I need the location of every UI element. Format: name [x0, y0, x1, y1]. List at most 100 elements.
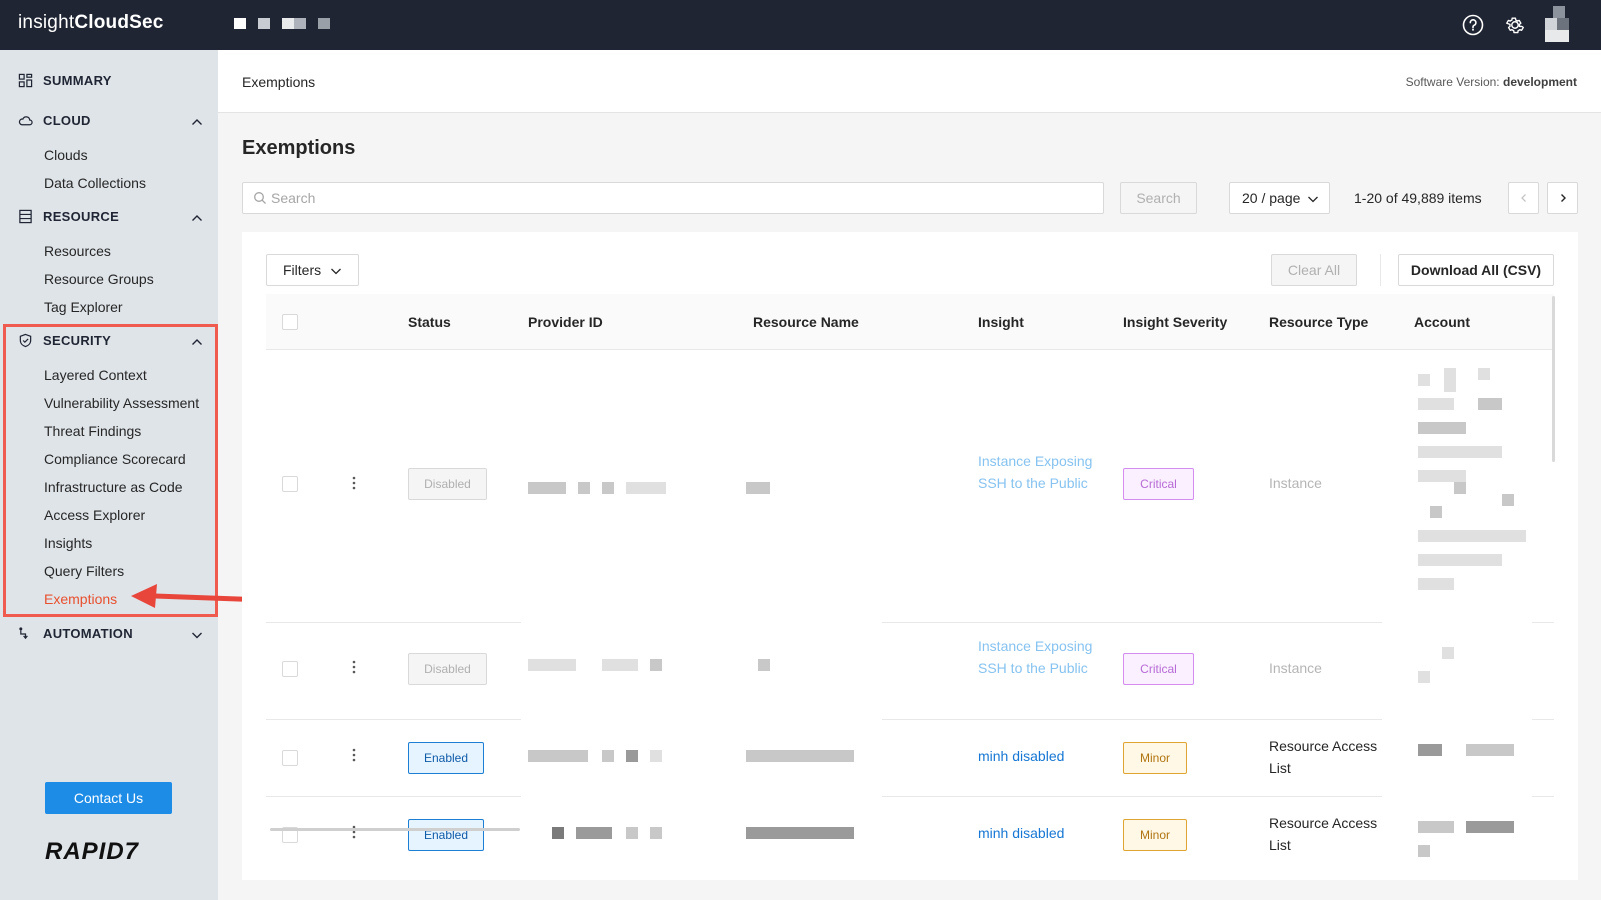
redacted-account: [1478, 398, 1502, 410]
column-header-insight[interactable]: Insight: [978, 314, 1024, 330]
toolbar-divider: [1380, 254, 1381, 286]
nav-placeholder-2[interactable]: [258, 18, 270, 29]
search-input[interactable]: [271, 183, 1091, 213]
brand-bold: CloudSec: [74, 12, 164, 33]
column-header-resource-name[interactable]: Resource Name: [753, 314, 859, 330]
severity-badge: Minor: [1123, 819, 1187, 851]
row-checkbox[interactable]: [282, 750, 298, 766]
insight-link[interactable]: minh disabled: [978, 823, 1064, 845]
redacted-provider-id: [602, 659, 638, 671]
redacted-account: [1418, 422, 1466, 434]
prev-page-button[interactable]: [1508, 182, 1539, 214]
gear-icon[interactable]: [1504, 14, 1526, 36]
redacted-account: [1418, 470, 1466, 482]
column-header-resource-type[interactable]: Resource Type: [1269, 314, 1368, 330]
row-checkbox[interactable]: [282, 476, 298, 492]
redacted-provider-id: [626, 750, 638, 762]
redacted-provider-id: [650, 750, 662, 762]
redacted-resource-name: [758, 659, 770, 671]
next-page-button[interactable]: [1547, 182, 1578, 214]
help-icon[interactable]: [1462, 14, 1484, 36]
redacted-account: [1418, 554, 1502, 566]
redacted-account: [1466, 821, 1514, 833]
table-row[interactable]: Enabled minh disabled Minor Resource Acc…: [266, 797, 1554, 880]
chevron-down-icon[interactable]: [190, 628, 204, 642]
severity-badge: Critical: [1123, 468, 1194, 500]
version-value: development: [1502, 75, 1577, 89]
search-field[interactable]: [242, 182, 1104, 214]
redacted-provider-id: [602, 482, 614, 494]
insight-link[interactable]: minh disabled: [978, 746, 1064, 768]
pagination-range: 1-20 of 49,889 items: [1354, 190, 1482, 206]
nav-placeholder-4[interactable]: [318, 18, 330, 29]
page-size-select[interactable]: 20 / page: [1229, 182, 1330, 214]
redacted-provider-id: [578, 482, 590, 494]
sidebar-section-resource[interactable]: RESOURCE: [18, 206, 119, 226]
redacted-account: [1418, 821, 1454, 833]
table-row[interactable]: Disabled Instance Exposing SSH to the Pu…: [266, 350, 1554, 622]
cloud-icon: [18, 115, 33, 125]
annotation-highlight-box: [3, 324, 218, 617]
sidebar-item-resource-groups[interactable]: Resource Groups: [44, 269, 154, 289]
table-row[interactable]: Disabled Instance Exposing SSH to the Pu…: [266, 623, 1554, 719]
redacted-account: [1502, 494, 1514, 506]
sidebar-section-cloud[interactable]: CLOUD: [18, 110, 91, 130]
nav-placeholder-1[interactable]: [234, 18, 246, 29]
app-logo[interactable]: insightCloudSec: [18, 12, 164, 34]
row-checkbox[interactable]: [282, 661, 298, 677]
status-badge: Disabled: [408, 468, 487, 500]
page-size-value: 20 / page: [1242, 190, 1301, 206]
sidebar-item-tag-explorer[interactable]: Tag Explorer: [44, 297, 123, 317]
chevron-down-icon: [1308, 196, 1318, 203]
column-header-account[interactable]: Account: [1414, 314, 1470, 330]
chevron-up-icon[interactable]: [190, 211, 204, 225]
filters-label: Filters: [283, 262, 322, 278]
redacted-account: [1430, 506, 1442, 518]
resource-type: Resource Access List: [1269, 815, 1378, 853]
redacted-account: [1418, 446, 1502, 458]
table-row[interactable]: Enabled minh disabled Minor Resource Acc…: [266, 720, 1554, 796]
sidebar-section-automation[interactable]: AUTOMATION: [18, 623, 133, 643]
contact-us-button[interactable]: Contact Us: [45, 782, 172, 814]
redacted-account: [1418, 671, 1430, 683]
redacted-account: [1418, 578, 1454, 590]
redacted-resource-name: [746, 827, 854, 839]
search-button[interactable]: Search: [1120, 182, 1197, 214]
workflow-icon: [19, 626, 28, 639]
breadcrumb: Exemptions: [242, 74, 316, 90]
column-header-status[interactable]: Status: [408, 314, 451, 330]
insight-link[interactable]: Instance Exposing SSH to the Public: [978, 451, 1098, 494]
sidebar-section-label: RESOURCE: [43, 208, 120, 224]
resource-type: Instance: [1269, 475, 1322, 491]
sidebar-section-label: CLOUD: [43, 112, 91, 128]
sidebar-section-summary[interactable]: SUMMARY: [18, 70, 112, 90]
clear-all-button[interactable]: Clear All: [1271, 254, 1357, 286]
horizontal-scrollbar[interactable]: [270, 828, 520, 831]
chevron-up-icon[interactable]: [190, 115, 204, 129]
redacted-provider-id: [650, 827, 662, 839]
insight-link[interactable]: Instance Exposing SSH to the Public: [978, 636, 1098, 679]
user-avatar[interactable]: [1545, 6, 1569, 42]
brand-light: insight: [18, 12, 75, 33]
more-actions-icon[interactable]: [352, 748, 356, 762]
more-actions-icon[interactable]: [352, 660, 356, 674]
redacted-account: [1418, 398, 1454, 410]
select-all-checkbox[interactable]: [282, 314, 298, 330]
sidebar-item-resources[interactable]: Resources: [44, 241, 111, 261]
sidebar-item-data-collections[interactable]: Data Collections: [44, 173, 146, 193]
table-header: Status Provider ID Resource Name Insight…: [266, 294, 1554, 350]
more-actions-icon[interactable]: [352, 476, 356, 490]
resource-type: Resource Access List: [1269, 738, 1378, 776]
download-csv-button[interactable]: Download All (CSV): [1398, 254, 1554, 286]
resource-type: Instance: [1269, 660, 1322, 676]
sidebar-section-label: AUTOMATION: [43, 625, 133, 641]
chevron-left-icon: [1520, 194, 1526, 202]
sidebar-item-clouds[interactable]: Clouds: [44, 145, 88, 165]
filters-button[interactable]: Filters: [266, 254, 359, 286]
column-header-insight-severity[interactable]: Insight Severity: [1123, 314, 1227, 330]
redacted-provider-id: [552, 827, 564, 839]
redacted-provider-id: [626, 482, 666, 494]
chevron-right-icon: [1560, 194, 1566, 202]
nav-placeholder-3[interactable]: [282, 18, 306, 29]
column-header-provider-id[interactable]: Provider ID: [528, 314, 603, 330]
